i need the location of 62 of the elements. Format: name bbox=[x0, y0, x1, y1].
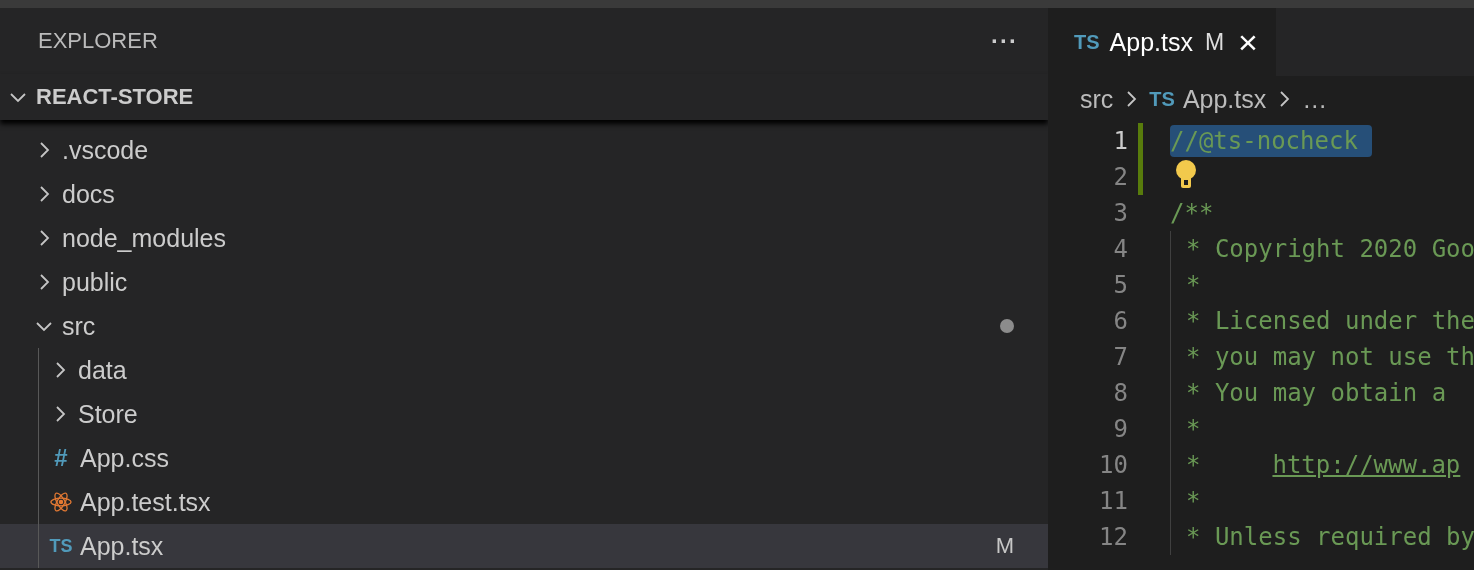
tree-item[interactable]: docs bbox=[0, 172, 1048, 216]
file-name: src bbox=[62, 311, 97, 341]
ts-icon: TS bbox=[1149, 87, 1175, 111]
code-text: * Unless required by bbox=[1186, 523, 1474, 551]
modified-status: M bbox=[995, 533, 1014, 559]
line-number: 4 bbox=[1112, 235, 1128, 263]
code-text: * bbox=[1186, 415, 1201, 443]
more-actions-button[interactable]: ··· bbox=[991, 27, 1018, 55]
code-text: * You may obtain a bbox=[1186, 379, 1447, 407]
workspace-name: REACT-STORE bbox=[36, 84, 194, 110]
tab-label: App.tsx bbox=[1109, 27, 1193, 57]
code-text: /** bbox=[1170, 199, 1214, 227]
file-name: App.tsx bbox=[80, 531, 165, 561]
ts-icon: TS bbox=[1074, 30, 1100, 54]
file-name: App.css bbox=[80, 443, 170, 473]
line-number: 3 bbox=[1112, 199, 1128, 227]
close-button[interactable]: × bbox=[1238, 25, 1258, 59]
file-name: docs bbox=[62, 179, 116, 209]
code-text: * Licensed under the bbox=[1186, 307, 1474, 335]
file-name: Store bbox=[78, 399, 139, 429]
tree-item[interactable]: TS App.tsx M bbox=[0, 524, 1048, 568]
lightbulb-icon[interactable] bbox=[1175, 160, 1197, 190]
line-number: 8 bbox=[1112, 379, 1128, 407]
line-number: 5 bbox=[1112, 271, 1128, 299]
workspace-header[interactable]: REACT-STORE bbox=[0, 74, 1048, 120]
breadcrumb-item[interactable]: src bbox=[1080, 84, 1114, 114]
line-number: 1 bbox=[1112, 127, 1128, 155]
breadcrumb-item[interactable]: App.tsx bbox=[1182, 84, 1267, 114]
ts-icon: TS bbox=[49, 535, 73, 557]
tree-item[interactable]: # App.css bbox=[0, 436, 1048, 480]
tree-item[interactable]: data bbox=[0, 348, 1048, 392]
tree-item[interactable]: App.test.tsx bbox=[0, 480, 1048, 524]
atom-icon bbox=[50, 490, 72, 514]
hash-icon: # bbox=[54, 444, 68, 472]
code-link[interactable]: http://www.ap bbox=[1272, 451, 1461, 479]
tree-item[interactable]: src bbox=[0, 304, 1048, 348]
line-number: 11 bbox=[1098, 487, 1128, 515]
file-name: .vscode bbox=[62, 135, 150, 165]
code-text: * bbox=[1186, 451, 1201, 479]
file-name: node_modules bbox=[62, 223, 227, 253]
modified-status: M bbox=[1204, 28, 1225, 56]
code-text: * you may not use th bbox=[1186, 343, 1474, 371]
line-number: 10 bbox=[1098, 451, 1128, 479]
line-number: 12 bbox=[1098, 523, 1128, 551]
line-number: 7 bbox=[1112, 343, 1128, 371]
line-number: 6 bbox=[1112, 307, 1128, 335]
file-name: App.test.tsx bbox=[80, 487, 212, 517]
line-number: 2 bbox=[1112, 163, 1128, 191]
file-name: data bbox=[78, 355, 128, 385]
tree-item[interactable]: Store bbox=[0, 392, 1048, 436]
tree-item[interactable]: .vscode bbox=[0, 128, 1048, 172]
breadcrumb-item[interactable]: … bbox=[1302, 84, 1328, 114]
code-text: //@ts-nocheck bbox=[1170, 125, 1372, 157]
panel-title: EXPLORER bbox=[38, 28, 158, 54]
code-text: * bbox=[1186, 487, 1201, 515]
line-number: 9 bbox=[1112, 415, 1128, 443]
code-text: * bbox=[1186, 271, 1201, 299]
editor-tab[interactable]: TS App.tsx M × bbox=[1048, 8, 1276, 76]
tree-item[interactable]: node_modules bbox=[0, 216, 1048, 260]
file-name: public bbox=[62, 267, 129, 297]
tree-item[interactable]: public bbox=[0, 260, 1048, 304]
code-text: * Copyright 2020 Goo bbox=[1186, 235, 1474, 263]
